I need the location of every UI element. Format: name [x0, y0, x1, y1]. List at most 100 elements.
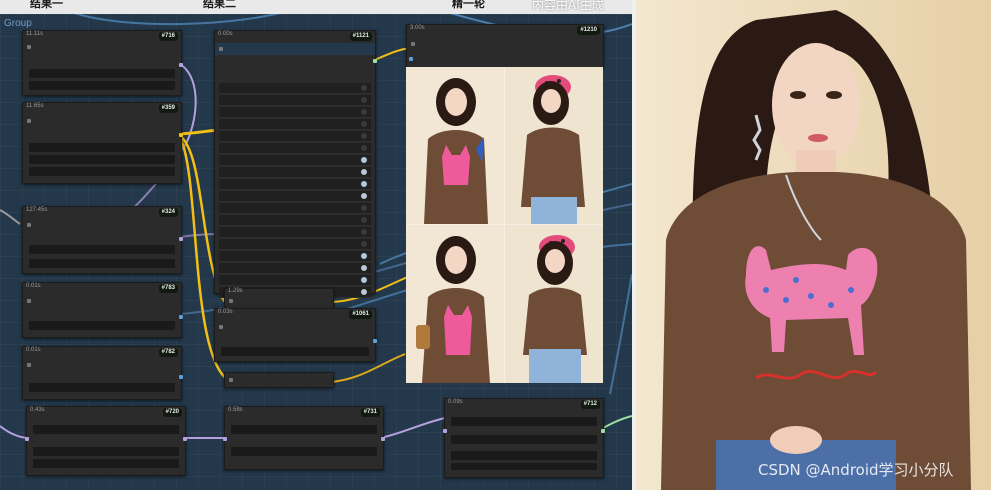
- list-row[interactable]: [219, 263, 371, 274]
- preview-image-1[interactable]: [406, 67, 504, 224]
- node-783-output-socket[interactable]: [179, 315, 183, 319]
- node-1121[interactable]: 0.00s #1121: [214, 30, 377, 298]
- list-row[interactable]: [219, 155, 371, 166]
- node-1061-header[interactable]: 0.03s #1061: [215, 309, 375, 322]
- node-324-output-socket[interactable]: [179, 237, 183, 241]
- node-720-widget-1[interactable]: [33, 425, 179, 434]
- toggle-dot[interactable]: [361, 85, 367, 91]
- list-row[interactable]: [219, 275, 371, 286]
- toggle-dot[interactable]: [361, 169, 367, 175]
- toggle-dot[interactable]: [361, 193, 367, 199]
- node-712-input-socket[interactable]: [443, 429, 447, 433]
- toggle-dot[interactable]: [361, 253, 367, 259]
- node-720-input-socket[interactable]: [25, 437, 29, 441]
- node-1210-input-slot[interactable]: [411, 42, 415, 46]
- node-782-input-slot[interactable]: [27, 363, 31, 367]
- node-731-input-socket[interactable]: [223, 437, 227, 441]
- node-782-output-socket[interactable]: [179, 375, 183, 379]
- node-359-header[interactable]: 11.65s #359: [23, 103, 181, 116]
- node-731-output-socket[interactable]: [381, 437, 385, 441]
- node-720-widget-3[interactable]: [33, 459, 179, 468]
- node-359-widget-1[interactable]: [29, 143, 175, 152]
- node-716-widget-2[interactable]: [29, 81, 175, 90]
- node-782-header[interactable]: 0.01s #782: [23, 347, 181, 360]
- node-731-widget-2[interactable]: [231, 447, 377, 456]
- toggle-dot[interactable]: [361, 121, 367, 127]
- list-row[interactable]: [219, 95, 371, 106]
- list-row[interactable]: [219, 239, 371, 250]
- node-782-widget-1[interactable]: [29, 383, 175, 392]
- toggle-dot[interactable]: [361, 217, 367, 223]
- preview-image-4[interactable]: [505, 225, 603, 383]
- node-reroute-2-slot[interactable]: [229, 378, 233, 382]
- list-row[interactable]: [219, 119, 371, 130]
- node-782[interactable]: 0.01s #782: [22, 346, 183, 400]
- node-324-widget-2[interactable]: [29, 259, 175, 268]
- toggle-dot[interactable]: [361, 229, 367, 235]
- node-716[interactable]: 11.11s #716: [22, 30, 183, 96]
- preview-image-3[interactable]: [406, 225, 504, 383]
- node-1121-output-socket[interactable]: [373, 59, 377, 63]
- node-1210-header[interactable]: 3.00s #1210: [407, 25, 603, 38]
- node-1121-input-slot[interactable]: [219, 47, 223, 51]
- node-712-widget-4[interactable]: [451, 463, 597, 470]
- node-783-widget-1[interactable]: [29, 321, 175, 330]
- node-712-widget-3[interactable]: [451, 451, 597, 460]
- node-1061[interactable]: 0.03s #1061: [214, 308, 377, 362]
- node-720[interactable]: 0.43s #720: [25, 406, 187, 476]
- node-712-widget-1[interactable]: [451, 417, 597, 426]
- node-reroute-2[interactable]: [224, 372, 334, 388]
- node-324-header[interactable]: 127.45s #324: [23, 207, 181, 220]
- node-720-widget-2[interactable]: [33, 447, 179, 456]
- node-359[interactable]: 11.65s #359: [22, 102, 183, 184]
- node-716-widget-1[interactable]: [29, 69, 175, 78]
- node-324-widget-1[interactable]: [29, 245, 175, 254]
- node-720-output-socket[interactable]: [183, 437, 187, 441]
- node-712-header[interactable]: 0.09s #712: [445, 399, 603, 412]
- node-731[interactable]: 0.58s #731: [223, 406, 385, 470]
- node-783-header[interactable]: 0.01s #783: [23, 283, 181, 296]
- node-1061-widget-1[interactable]: [221, 347, 369, 356]
- node-783-input-slot[interactable]: [27, 299, 31, 303]
- node-324[interactable]: 127.45s #324: [22, 206, 183, 274]
- node-1061-output-socket[interactable]: [373, 339, 377, 343]
- list-row[interactable]: [219, 167, 371, 178]
- toggle-dot[interactable]: [361, 157, 367, 163]
- toggle-dot[interactable]: [361, 241, 367, 247]
- image-preview-grid[interactable]: [406, 67, 603, 383]
- toggle-dot[interactable]: [361, 97, 367, 103]
- list-row[interactable]: [219, 143, 371, 154]
- preview-image-2[interactable]: [505, 67, 603, 224]
- node-731-widget-1[interactable]: [231, 425, 377, 434]
- list-row[interactable]: [219, 203, 371, 214]
- node-716-output-socket[interactable]: [179, 63, 183, 67]
- list-row[interactable]: [219, 83, 371, 94]
- output-photo[interactable]: [636, 0, 991, 490]
- node-731-header[interactable]: 0.58s #731: [225, 407, 383, 420]
- toggle-dot[interactable]: [361, 265, 367, 271]
- toggle-dot[interactable]: [361, 145, 367, 151]
- toggle-dot[interactable]: [361, 277, 367, 283]
- node-359-widget-3[interactable]: [29, 167, 175, 176]
- toggle-dot[interactable]: [361, 133, 367, 139]
- toggle-dot[interactable]: [361, 181, 367, 187]
- node-712[interactable]: 0.09s #712: [443, 398, 605, 478]
- node-1061-input-slot[interactable]: [219, 325, 223, 329]
- node-359-widget-2[interactable]: [29, 155, 175, 164]
- node-712-output-socket[interactable]: [601, 429, 605, 433]
- list-row[interactable]: [219, 251, 371, 262]
- node-359-input-slot[interactable]: [27, 119, 31, 123]
- list-row[interactable]: [219, 179, 371, 190]
- node-712-widget-2[interactable]: [451, 435, 597, 444]
- toggle-dot[interactable]: [361, 205, 367, 211]
- node-reroute-slot[interactable]: [229, 299, 233, 303]
- node-716-input-slot[interactable]: [27, 45, 31, 49]
- list-row[interactable]: [219, 131, 371, 142]
- node-359-output-socket[interactable]: [179, 133, 183, 137]
- node-324-input-slot[interactable]: [27, 223, 31, 227]
- list-row[interactable]: [219, 227, 371, 238]
- node-1210-image-socket[interactable]: [409, 57, 413, 61]
- node-716-header[interactable]: 11.11s #716: [23, 31, 181, 44]
- node-720-header[interactable]: 0.43s #720: [27, 407, 185, 420]
- toggle-dot[interactable]: [361, 289, 367, 295]
